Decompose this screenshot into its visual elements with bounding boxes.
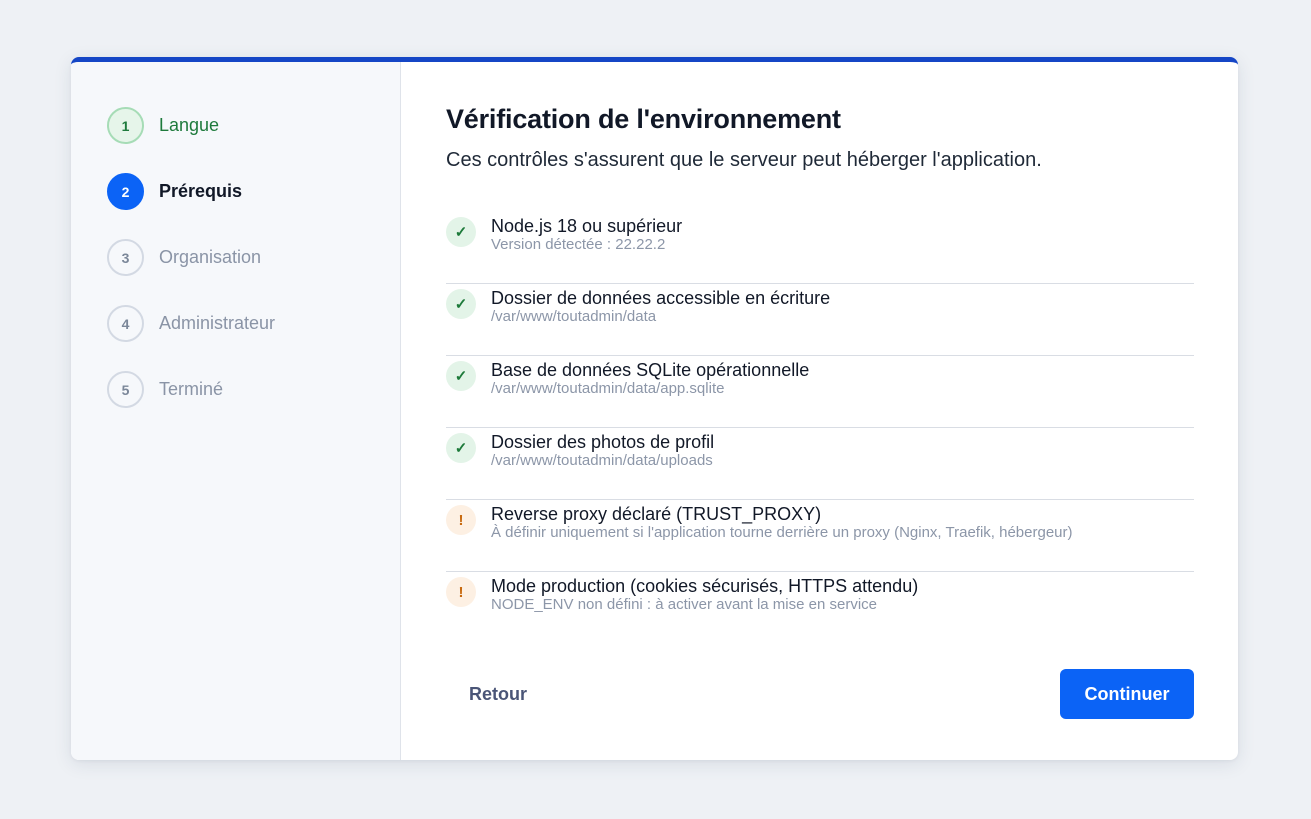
page-title: Vérification de l'environnement <box>446 104 841 134</box>
check-detail: NODE_ENV non défini : à activer avant la… <box>491 596 878 613</box>
step-number-badge: 3 <box>107 239 144 276</box>
step-label: Organisation <box>159 247 262 267</box>
check-item: ! Reverse proxy déclaré (TRUST_PROXY) À … <box>446 500 1194 572</box>
step-label: Langue <box>159 115 220 135</box>
check-detail: Version détectée : 22.22.2 <box>491 236 666 253</box>
check-title: Dossier des photos de profil <box>491 432 715 452</box>
check-title: Node.js 18 ou supérieur <box>491 216 683 236</box>
check-icon: ✓ <box>446 217 476 247</box>
check-item: ✓ Dossier des photos de profil /var/www/… <box>446 428 1194 500</box>
check-title: Mode production (cookies sécurisés, HTTP… <box>491 576 919 596</box>
main-panel: Vérification de l'environnement Ces cont… <box>401 62 1238 760</box>
check-icon: ✓ <box>446 289 476 319</box>
check-detail: /var/www/toutadmin/data/uploads <box>491 452 713 469</box>
check-item: ✓ Node.js 18 ou supérieur Version détect… <box>446 212 1194 284</box>
check-detail: /var/www/toutadmin/data <box>491 308 657 325</box>
step-number-badge: 1 <box>107 107 144 144</box>
check-item: ✓ Dossier de données accessible en écrit… <box>446 284 1194 356</box>
check-icon: ✓ <box>446 361 476 391</box>
check-detail: À définir uniquement si l'application to… <box>491 524 1073 541</box>
step-number-badge: 4 <box>107 305 144 342</box>
check-title: Base de données SQLite opérationnelle <box>491 360 810 380</box>
step-label: Prérequis <box>159 181 243 201</box>
setup-wizard-card: 1 Langue 2 Prérequis 3 Organisation 4 Ad… <box>71 57 1238 760</box>
step-prerequis[interactable]: 2 Prérequis <box>107 173 400 210</box>
warning-icon: ! <box>446 505 476 535</box>
continue-button[interactable]: Continuer <box>1060 669 1194 719</box>
step-label: Terminé <box>159 379 224 399</box>
step-organisation: 3 Organisation <box>107 239 400 276</box>
steps-sidebar: 1 Langue 2 Prérequis 3 Organisation 4 Ad… <box>71 62 401 760</box>
wizard-footer: Retour Continuer <box>446 669 1194 719</box>
step-langue[interactable]: 1 Langue <box>107 107 400 144</box>
checks-list: ✓ Node.js 18 ou supérieur Version détect… <box>446 212 1194 644</box>
back-button[interactable]: Retour <box>446 670 550 719</box>
check-title: Reverse proxy déclaré (TRUST_PROXY) <box>491 504 822 524</box>
step-termine: 5 Terminé <box>107 371 400 408</box>
check-item: ! Mode production (cookies sécurisés, HT… <box>446 572 1194 644</box>
step-number-badge: 5 <box>107 371 144 408</box>
check-icon: ✓ <box>446 433 476 463</box>
step-label: Administrateur <box>159 313 276 333</box>
warning-icon: ! <box>446 577 476 607</box>
check-item: ✓ Base de données SQLite opérationnelle … <box>446 356 1194 428</box>
step-number-badge: 2 <box>107 173 144 210</box>
check-title: Dossier de données accessible en écritur… <box>491 288 831 308</box>
step-administrateur: 4 Administrateur <box>107 305 400 342</box>
page-subtitle: Ces contrôles s'assurent que le serveur … <box>446 149 1042 171</box>
check-detail: /var/www/toutadmin/data/app.sqlite <box>491 380 725 397</box>
